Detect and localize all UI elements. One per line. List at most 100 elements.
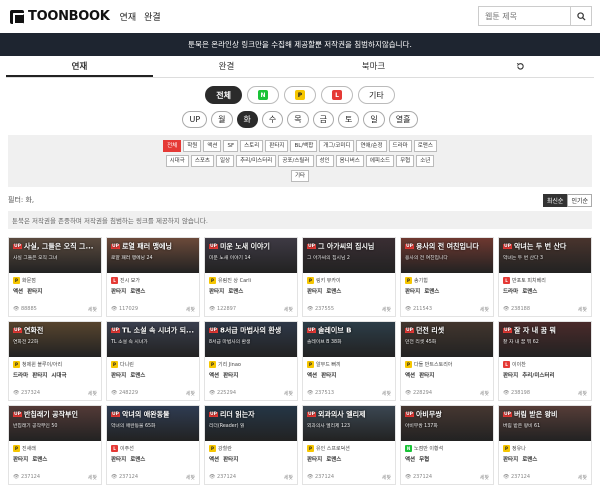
latest-episode: 던전 리셋 45화 bbox=[405, 339, 437, 345]
genre-chip[interactable]: 전체 bbox=[163, 140, 182, 152]
genre-chip[interactable]: 로맨스 bbox=[413, 140, 437, 152]
day-mon[interactable]: 월 bbox=[211, 111, 233, 128]
genre-chip[interactable]: 공포/스릴러 bbox=[278, 155, 314, 167]
platform-naver[interactable]: N bbox=[247, 86, 279, 104]
search-input[interactable] bbox=[478, 6, 570, 26]
search-box bbox=[478, 6, 592, 26]
webtoon-card[interactable]: UP 악녀의 애완동물 악녀의 애완동물 65화 L 이주선 판타지 로맨스 👁 237124… bbox=[106, 405, 200, 485]
tab-history[interactable] bbox=[447, 56, 594, 77]
platform-etc[interactable]: 기타 bbox=[358, 86, 395, 104]
genre-chip[interactable]: 연애/순정 bbox=[356, 140, 387, 152]
nav-serial[interactable]: 연재 bbox=[120, 10, 137, 23]
webtoon-thumbnail[interactable]: UP 리더 읽는자 리더(Reader) 읽 bbox=[205, 406, 297, 441]
webtoon-card[interactable]: UP 솔레이브 B 솔레이브 B 38화 P 알무드 뻐끼 액션 판타지 👁 237513 세찾 bbox=[302, 321, 396, 401]
webtoon-card[interactable]: UP 8서급 마법사의 환생 8서급 마법사의 환생 P 기리 Jinao 액션 판타지 👁 … bbox=[204, 321, 298, 401]
day-ten[interactable]: 열흘 bbox=[388, 111, 418, 128]
webtoon-thumbnail[interactable]: UP 연화전 연화전 22화 bbox=[9, 322, 101, 357]
webtoon-card[interactable]: UP 사실, 그들은 오직 그... 사실 그들은 오직 그녀 P 화문점 액션 판타지 👁 … bbox=[8, 237, 102, 317]
view-count: 👁 237124 bbox=[503, 474, 531, 480]
author-name: 청제윈 블루이/아리 bbox=[22, 361, 63, 368]
day-up[interactable]: UP bbox=[182, 111, 208, 128]
genre-chip[interactable]: 스포츠 bbox=[190, 155, 214, 167]
webtoon-card[interactable]: UP 버림 받은 왕비 버림 받은 왕비 61 P 정유나 판타지 로맨스 👁 237124 세… bbox=[498, 405, 592, 485]
webtoon-card[interactable]: UP 리더 읽는자 리더(Reader) 읽 P 강힐란 액션 판타지 👁 237124 세찾 bbox=[204, 405, 298, 485]
webtoon-card[interactable]: UP 잘 자 내 꿈 뭐잘 자 내 꿈 뭐 62 L 이이찬 판타지 추리/미스터리 👁 2… bbox=[498, 321, 592, 401]
author-name: 반포토 피치베리 bbox=[512, 277, 546, 284]
sort-popular[interactable]: 인기순 bbox=[567, 193, 592, 207]
webtoon-card[interactable]: UP 악녀는 두 번 산다 악녀는 두 번 산다 3 L 반포토 피치베리 드라마 로맨스 👁… bbox=[498, 237, 592, 317]
genre-chip[interactable]: 스토리 bbox=[240, 140, 264, 152]
genre-chip[interactable]: 무협 bbox=[396, 155, 415, 167]
day-fri[interactable]: 금 bbox=[312, 111, 335, 128]
genre-chip[interactable]: 액션 bbox=[203, 140, 222, 152]
genre-chip[interactable]: 성인 bbox=[315, 155, 334, 167]
webtoon-thumbnail[interactable]: UP TL 소설 속 시녀가 되... TL 소설 속 시녀가 bbox=[107, 322, 199, 357]
genre-chip[interactable]: 일상 bbox=[216, 155, 235, 167]
day-sun[interactable]: 일 bbox=[363, 111, 385, 128]
day-tue[interactable]: 화 bbox=[236, 111, 258, 128]
webtoon-thumbnail[interactable]: UP 아비무쌍 아비무쌍 137화 bbox=[401, 406, 493, 441]
webtoon-card[interactable]: UP 용사의 전 여친입니다 용사의 전 여친입니다 P 송기힘 판타지 로맨스 👁 2115… bbox=[400, 237, 494, 317]
webtoon-thumbnail[interactable]: UP 8서급 마법사의 환생 8서급 마법사의 환생 bbox=[205, 322, 297, 357]
webtoon-thumbnail[interactable]: UP 사실, 그들은 오직 그... 사실 그들은 오직 그녀 bbox=[9, 238, 101, 273]
webtoon-thumbnail[interactable]: UP 악녀는 두 번 산다 악녀는 두 번 산다 3 bbox=[499, 238, 591, 273]
nav-completed[interactable]: 완결 bbox=[144, 10, 161, 23]
webtoon-thumbnail[interactable]: UP 외과의사 엘리제 외과의사 엘리제 123 bbox=[303, 406, 395, 441]
tab-completed[interactable]: 완결 bbox=[153, 56, 300, 77]
genre-chip[interactable]: 드라마 bbox=[388, 140, 412, 152]
sort-latest[interactable]: 최신순 bbox=[542, 193, 568, 207]
webtoon-card[interactable]: UP 미운 노새 이야기 미운 노새 이야기 14 P 유림진 상 Carli 판타지 로맨… bbox=[204, 237, 298, 317]
up-badge: UP bbox=[307, 412, 316, 417]
webtoon-card[interactable]: UP 반칩래기 공작부인 반칩래기 공작부인 50 P 진새래 판타지 로맨스 👁 23712… bbox=[8, 405, 102, 485]
webtoon-thumbnail[interactable]: UP 솔레이브 B 솔레이브 B 38화 bbox=[303, 322, 395, 357]
up-badge: UP bbox=[405, 412, 414, 417]
webtoon-card[interactable]: UP 던전 리셋 던전 리셋 45화 P 다들 반트스토리아 액션 판타지 👁 228294 세… bbox=[400, 321, 494, 401]
status-label: 세찾 bbox=[479, 391, 489, 397]
genre-chip[interactable]: 판타지 bbox=[265, 140, 289, 152]
webtoon-card[interactable]: UP 그 아가씨의 집시님 그 아가씨의 집시님 2 P 링키 뷰카이 판타지 로맨스 👁 2… bbox=[302, 237, 396, 317]
webtoon-thumbnail[interactable]: UP 반칩래기 공작부인 반칩래기 공작부인 50 bbox=[9, 406, 101, 441]
webtoon-thumbnail[interactable]: UP 로열 패러 맹에닝 로얄 패러 맹에닝 24 bbox=[107, 238, 199, 273]
genre-chip[interactable]: SF bbox=[223, 140, 239, 152]
webtoon-card[interactable]: UP 외과의사 엘리제 외과의사 엘리제 123 P 유인 스프로덕션 판타지 로맨스 👁 2… bbox=[302, 405, 396, 485]
status-label: 세찾 bbox=[283, 391, 293, 397]
search-button[interactable] bbox=[570, 6, 592, 26]
webtoon-thumbnail[interactable]: UP 던전 리셋 던전 리셋 45화 bbox=[401, 322, 493, 357]
webtoon-thumbnail[interactable]: UP 미운 노새 이야기 미운 노새 이야기 14 bbox=[205, 238, 297, 273]
webtoon-card[interactable]: UP TL 소설 속 시녀가 되... TL 소설 속 시녀가 P 다니린 판타지 로맨스 👁… bbox=[106, 321, 200, 401]
webtoon-card[interactable]: UP 아비무쌍 아비무쌍 137화 N 노점만 이황석 액션 무협 👁 237124 세찾 bbox=[400, 405, 494, 485]
webtoon-thumbnail[interactable]: UP 용사의 전 여친입니다 용사의 전 여친입니다 bbox=[401, 238, 493, 273]
view-count: 👁 237555 bbox=[307, 306, 335, 312]
platform-icon: L bbox=[503, 276, 510, 284]
genre-chip[interactable]: 시대극 bbox=[165, 155, 189, 167]
webtoon-thumbnail[interactable]: UP 버림 받은 왕비 버림 받은 왕비 61 bbox=[499, 406, 591, 441]
tab-serial[interactable]: 연재 bbox=[6, 56, 153, 77]
genre-chip[interactable]: BL/백합 bbox=[290, 140, 318, 152]
genre-chip[interactable]: 추리/미스터리 bbox=[236, 155, 277, 167]
platform-all[interactable]: 전체 bbox=[205, 86, 242, 104]
genre-chip[interactable]: 학원 bbox=[183, 140, 202, 152]
day-thu[interactable]: 목 bbox=[287, 111, 309, 128]
up-badge: UP bbox=[13, 328, 22, 333]
author-row: P 기리 Jinao bbox=[205, 357, 297, 368]
platform-kakaopage[interactable]: P bbox=[284, 86, 316, 104]
genre-tag: 로맨스 bbox=[326, 457, 342, 463]
webtoon-thumbnail[interactable]: UP 잘 자 내 꿈 뭐잘 자 내 꿈 뭐 62 bbox=[499, 322, 591, 357]
platform-lezhin[interactable]: L bbox=[321, 86, 353, 104]
day-sat[interactable]: 토 bbox=[338, 111, 360, 128]
tab-bookmark[interactable]: 북마크 bbox=[300, 56, 447, 77]
genre-chip[interactable]: 옴니버스 bbox=[335, 155, 364, 167]
webtoon-thumbnail[interactable]: UP 악녀의 애완동물 악녀의 애완동물 65화 bbox=[107, 406, 199, 441]
webtoon-thumbnail[interactable]: UP 그 아가씨의 집시님 그 아가씨의 집시님 2 bbox=[303, 238, 395, 273]
view-count: 👁 237324 bbox=[13, 390, 41, 396]
logo[interactable]: TOONBOOK bbox=[10, 9, 110, 25]
genre-tag: 로맨스 bbox=[326, 289, 342, 295]
genre-chip[interactable]: 소년 bbox=[416, 155, 435, 167]
day-wed[interactable]: 수 bbox=[261, 111, 284, 128]
genre-chip[interactable]: 개그/코미디 bbox=[319, 140, 355, 152]
genre-chip[interactable]: 에피소드 bbox=[365, 155, 395, 167]
webtoon-card[interactable]: UP 로열 패러 맹에닝 로얄 패러 맹에닝 24 L 진시 묘가 판타지 로맨스 👁 117… bbox=[106, 237, 200, 317]
webtoon-card[interactable]: UP 연화전 연화전 22화 P 청제윈 블루이/아리 드라마 판타지 시대극 👁 237324… bbox=[8, 321, 102, 401]
platform-icon: P bbox=[307, 276, 314, 284]
genre-chip[interactable]: 기타 bbox=[290, 170, 310, 182]
